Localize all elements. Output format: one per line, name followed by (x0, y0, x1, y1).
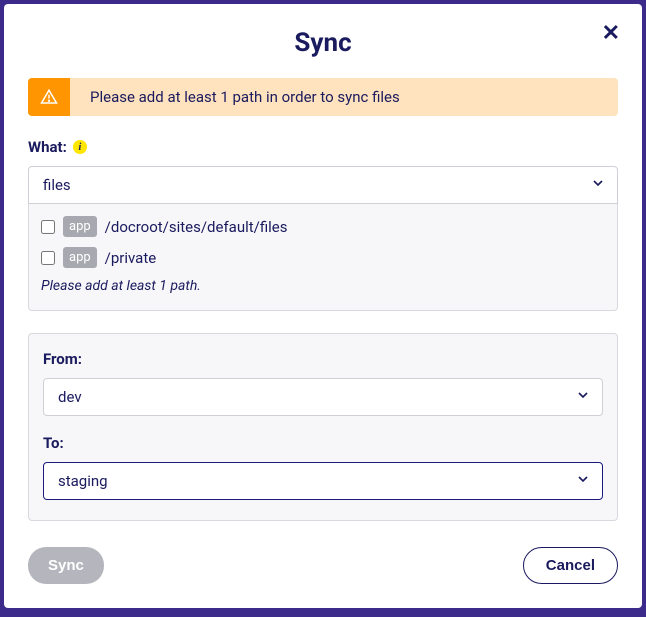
close-button[interactable]: ✕ (602, 22, 620, 44)
app-badge: app (63, 247, 97, 268)
close-icon: ✕ (602, 20, 620, 45)
app-badge: app (63, 216, 97, 237)
paths-container: app /docroot/sites/default/files app /pr… (28, 202, 618, 311)
path-checkbox-1[interactable] (41, 251, 55, 265)
what-label-row: What: i (28, 138, 618, 156)
cancel-button[interactable]: Cancel (523, 547, 618, 584)
path-row: app /private (41, 247, 605, 268)
modal-title: Sync (28, 28, 618, 58)
path-text: /docroot/sites/default/files (105, 218, 288, 236)
environment-box: From: dev To: staging (28, 333, 618, 521)
what-label: What: (28, 138, 67, 156)
alert-message: Please add at least 1 path in order to s… (70, 78, 420, 116)
to-label: To: (43, 434, 603, 452)
what-select[interactable]: files (28, 166, 618, 204)
to-select[interactable]: staging (43, 462, 603, 500)
warning-icon (40, 88, 58, 106)
sync-modal: ✕ Sync Please add at least 1 path in ord… (4, 4, 642, 608)
alert-banner: Please add at least 1 path in order to s… (28, 78, 618, 116)
from-select-wrap: dev (43, 378, 603, 416)
to-select-wrap: staging (43, 462, 603, 500)
what-select-wrap: files (28, 166, 618, 204)
paths-hint: Please add at least 1 path. (41, 278, 605, 294)
alert-icon-box (28, 78, 70, 116)
path-row: app /docroot/sites/default/files (41, 216, 605, 237)
sync-button[interactable]: Sync (28, 547, 104, 584)
info-icon[interactable]: i (73, 140, 87, 154)
from-label: From: (43, 350, 603, 368)
path-text: /private (105, 249, 157, 267)
from-select[interactable]: dev (43, 378, 603, 416)
modal-footer: Sync Cancel (28, 547, 618, 584)
path-checkbox-0[interactable] (41, 220, 55, 234)
